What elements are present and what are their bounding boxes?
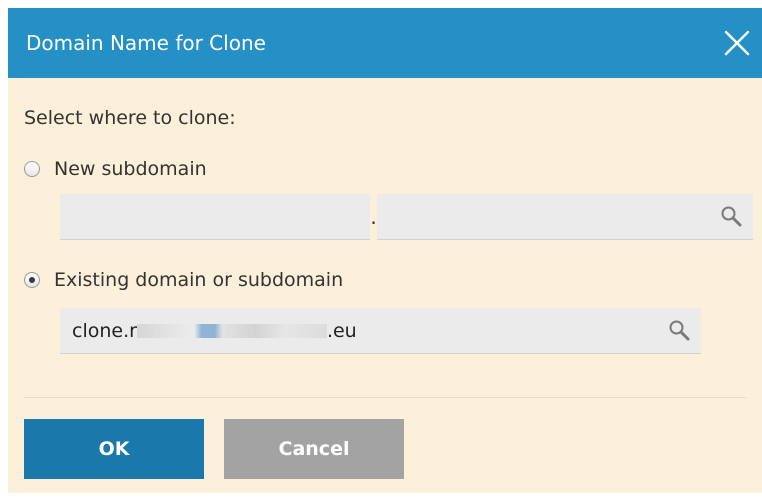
parent-domain-field[interactable] xyxy=(377,194,753,240)
ok-button[interactable]: OK xyxy=(24,419,204,479)
parent-domain-search-button[interactable] xyxy=(719,204,743,228)
new-subdomain-radio[interactable] xyxy=(24,161,40,177)
existing-domain-search-button[interactable] xyxy=(667,318,691,342)
existing-domain-field[interactable]: clone.r .eu xyxy=(60,308,701,354)
cancel-button[interactable]: Cancel xyxy=(224,419,404,479)
existing-domain-radio[interactable] xyxy=(24,272,40,288)
redacted-text xyxy=(136,324,327,338)
existing-domain-label: Existing domain or subdomain xyxy=(54,269,344,291)
search-icon xyxy=(721,206,742,227)
footer-divider xyxy=(24,397,746,398)
subdomain-separator: . xyxy=(370,205,377,229)
parent-domain-input[interactable] xyxy=(377,194,753,239)
existing-domain-value-prefix: clone.r xyxy=(72,320,137,342)
new-subdomain-option[interactable]: New subdomain xyxy=(24,156,207,182)
subdomain-name-input[interactable] xyxy=(60,194,370,239)
existing-domain-value-suffix: .eu xyxy=(326,320,357,342)
close-button[interactable] xyxy=(720,26,754,60)
existing-domain-value[interactable]: clone.r .eu xyxy=(72,308,357,354)
new-subdomain-label: New subdomain xyxy=(54,158,207,180)
existing-domain-option[interactable]: Existing domain or subdomain xyxy=(24,267,343,293)
clone-domain-dialog: Domain Name for Clone Select where to cl… xyxy=(8,8,762,493)
clone-location-prompt: Select where to clone: xyxy=(24,107,236,129)
search-icon xyxy=(669,320,690,341)
dialog-titlebar: Domain Name for Clone xyxy=(8,8,762,78)
dialog-title: Domain Name for Clone xyxy=(26,31,266,55)
subdomain-name-field[interactable] xyxy=(60,194,370,240)
close-icon xyxy=(724,30,750,56)
